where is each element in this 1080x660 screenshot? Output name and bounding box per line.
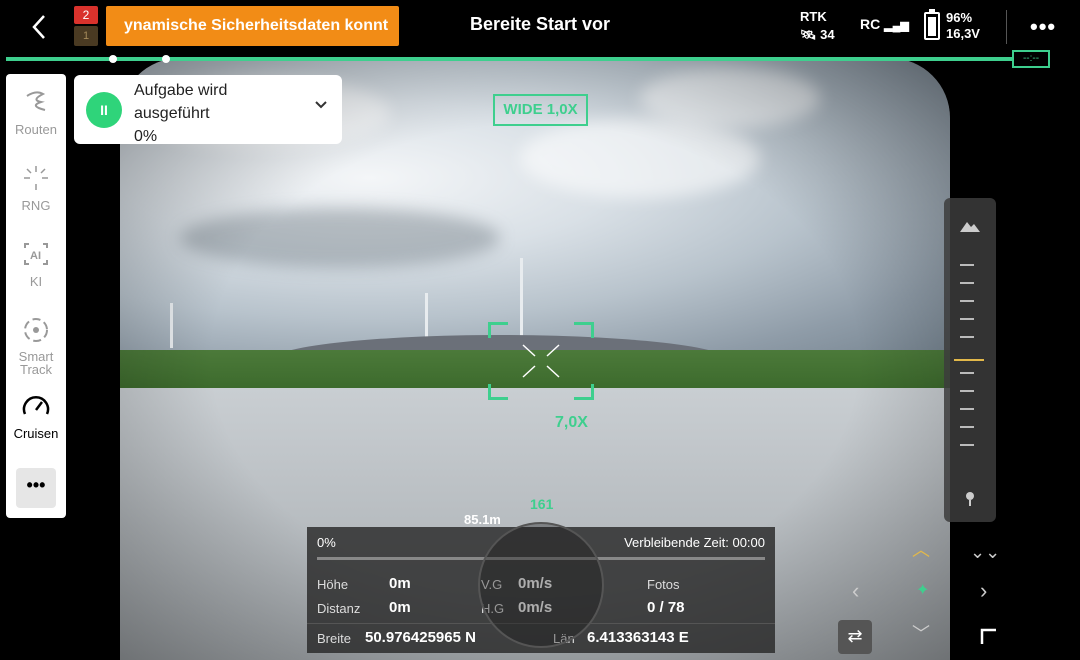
center-target-icon[interactable]: ✦ xyxy=(916,580,929,600)
chevron-right-icon[interactable]: › xyxy=(980,578,987,604)
focus-reticle[interactable] xyxy=(488,322,594,400)
svg-text:AI: AI xyxy=(30,250,41,262)
mode-sidebar: Routen RNG AI KI Smart Track Cruisen ••• xyxy=(6,74,66,518)
zoom-tick xyxy=(960,336,974,338)
zoom-tick xyxy=(960,390,974,392)
zoom-tick xyxy=(960,372,974,374)
sidebar-item-routes[interactable]: Routen xyxy=(6,88,66,137)
rc-label: RC xyxy=(860,16,881,32)
zoom-tick xyxy=(960,444,974,446)
sidebar-item-label: Routen xyxy=(15,122,57,137)
battery-status[interactable]: 96% 16,3V xyxy=(946,10,980,42)
battery-voltage: 16,3V xyxy=(946,26,980,41)
heading-value: 161 xyxy=(530,496,554,512)
top-bar: 2 1 ynamische Sicherheitsdaten konnt Ber… xyxy=(0,0,1080,56)
sidebar-more-button[interactable]: ••• xyxy=(16,468,56,508)
sidebar-item-label: RNG xyxy=(21,198,51,213)
task-status-card[interactable]: II Aufgabe wird ausgeführt 0% xyxy=(74,75,342,145)
sidebar-item-rng[interactable]: RNG xyxy=(6,164,66,213)
macro-flower-icon[interactable] xyxy=(958,488,982,512)
zoom-tick xyxy=(960,318,974,320)
height-value: 0m xyxy=(389,575,411,592)
chevron-up-icon[interactable]: ︿ xyxy=(912,536,930,562)
chevron-left-icon[interactable]: ‹ xyxy=(852,578,859,604)
rtk-sats-row: 🛰 34 xyxy=(800,26,835,44)
route-end-marker: --:-- xyxy=(1012,50,1050,68)
chevron-left-icon xyxy=(32,15,45,39)
double-chevron-down-icon[interactable]: ⌄⌄ xyxy=(970,542,1000,563)
battery-percent: 96% xyxy=(946,10,973,25)
swap-arrows-icon: ⇄ xyxy=(847,626,863,646)
sidebar-item-label: Cruisen xyxy=(13,426,59,441)
rng-icon xyxy=(21,164,51,192)
sidebar-item-ai[interactable]: AI KI xyxy=(6,240,66,289)
reticle-corner xyxy=(574,384,594,400)
zoom-tick xyxy=(960,282,974,284)
distance-marker: 85.1m xyxy=(464,512,501,527)
alert-banner[interactable]: ynamische Sicherheitsdaten konnt xyxy=(106,6,399,46)
mission-progress: 0% xyxy=(317,535,336,550)
lens-zoom-label[interactable]: WIDE 1,0X xyxy=(493,94,588,126)
more-menu-button[interactable]: ••• xyxy=(1030,14,1056,40)
remaining-time: Verbleibende Zeit: 00:00 xyxy=(624,535,765,550)
reticle-corner xyxy=(574,322,594,338)
zoom-rail[interactable] xyxy=(944,198,996,522)
alert-count-badge: 2 xyxy=(74,6,98,24)
photos-label: Fotos xyxy=(647,577,680,592)
battery-icon xyxy=(924,9,940,40)
rc-status[interactable]: RC ▂▄▆ xyxy=(860,16,909,32)
task-title-line1: Aufgabe wird xyxy=(134,82,228,99)
zoom-tick xyxy=(960,264,974,266)
zoom-factor: 7,0X xyxy=(555,414,588,431)
sidebar-item-label: Smart Track xyxy=(18,349,54,377)
battery-fill xyxy=(928,16,936,36)
route-icon xyxy=(21,88,51,116)
reticle-corner xyxy=(488,322,508,338)
compass-dial xyxy=(478,522,604,648)
swap-view-button[interactable]: ⇄ xyxy=(838,620,872,654)
notification-badges[interactable]: 2 1 xyxy=(74,6,98,46)
pause-button[interactable]: II xyxy=(86,92,122,128)
app-root: 2 1 ynamische Sicherheitsdaten konnt Ber… xyxy=(0,0,1080,660)
rtk-status[interactable]: RTK 🛰 34 xyxy=(800,8,835,44)
sidebar-item-label: KI xyxy=(29,274,43,289)
satellite-icon: 🛰 xyxy=(800,27,817,42)
reticle-corner xyxy=(488,384,508,400)
rtk-sats: 34 xyxy=(820,27,835,42)
rtk-label: RTK xyxy=(800,9,827,24)
height-label: Höhe xyxy=(317,577,349,592)
page-title: Bereite Start vor xyxy=(469,14,611,34)
chevron-down-icon[interactable] xyxy=(314,97,328,115)
pause-icon: II xyxy=(100,102,108,118)
sidebar-item-smart-track[interactable]: Smart Track xyxy=(6,316,66,376)
divider xyxy=(1006,10,1007,44)
zoom-tick xyxy=(960,426,974,428)
longitude-value: 6.413363143 E xyxy=(587,629,689,646)
crosshair-icon xyxy=(522,344,560,378)
secondary-count-badge: 1 xyxy=(74,26,98,46)
latitude-value: 50.976425965 N xyxy=(365,629,476,646)
route-waypoint-dot xyxy=(162,55,170,63)
photos-value: 0 / 78 xyxy=(647,599,685,616)
signal-bars-icon: ▂▄▆ xyxy=(884,20,909,32)
ai-icon: AI xyxy=(21,240,51,268)
task-progress: 0% xyxy=(134,128,158,145)
zoom-tick xyxy=(960,408,974,410)
expand-corner-icon[interactable] xyxy=(980,626,998,652)
sidebar-item-cruise[interactable]: Cruisen xyxy=(6,392,66,441)
speedometer-icon xyxy=(21,392,51,420)
route-waypoint-dot xyxy=(109,55,117,63)
smart-track-icon xyxy=(21,316,51,344)
back-button[interactable] xyxy=(26,10,56,44)
distance-label: Distanz xyxy=(317,601,361,616)
task-title-line2: ausgeführt xyxy=(134,105,210,122)
mountain-icon[interactable] xyxy=(958,216,982,240)
task-text: Aufgabe wird ausgeführt 0% xyxy=(134,79,227,148)
chevron-down-icon[interactable]: ﹀ xyxy=(912,620,930,646)
zoom-level-indicator[interactable] xyxy=(954,359,984,361)
latitude-label: Breite xyxy=(317,631,351,646)
zoom-tick xyxy=(960,300,974,302)
distance-value: 0m xyxy=(389,599,411,616)
